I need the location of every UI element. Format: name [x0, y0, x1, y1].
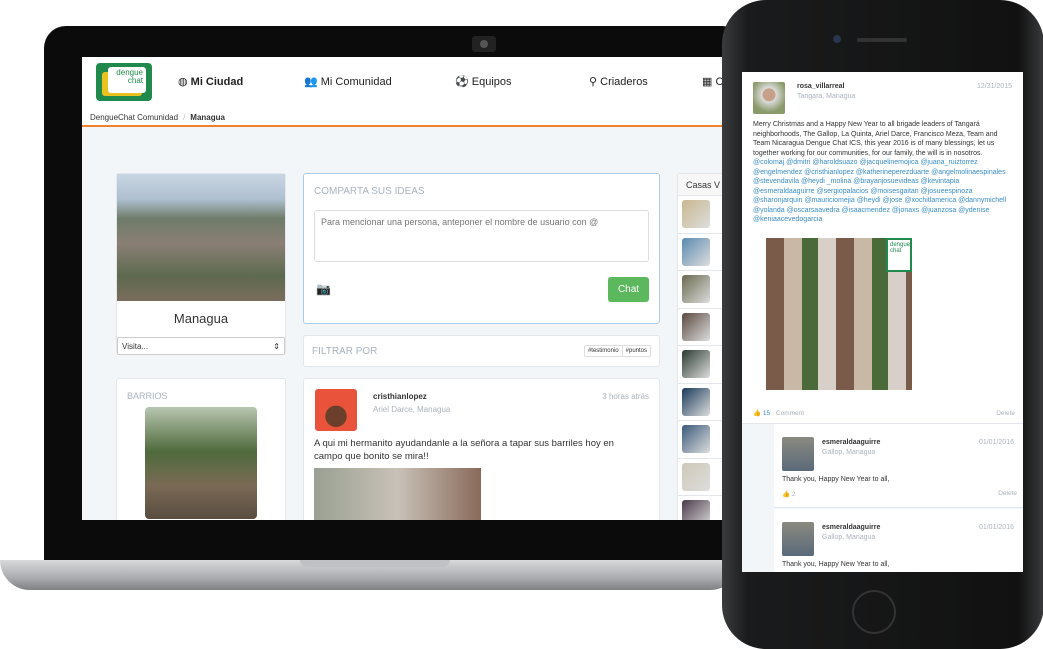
barrios-title: BARRIOS [127, 391, 168, 401]
comment: esmeraldaaguirre Gallop, Managua 01/01/2… [774, 424, 1023, 508]
phone-screen: rosa_villarreal Tangara, Managua 12/31/2… [742, 72, 1023, 572]
delete-link[interactable]: Delete [996, 409, 1015, 419]
like-count: 2 [791, 491, 796, 498]
breadcrumb-home[interactable]: DengueChat Comunidad [90, 113, 178, 122]
casa-thumbnail [682, 387, 710, 416]
phone-camera [833, 35, 841, 43]
casa-thumbnail [682, 425, 710, 453]
casa-thumbnail [682, 312, 710, 341]
casa-thumbnail [682, 350, 710, 378]
phone-speaker [857, 38, 907, 42]
comment-text: Thank you, Happy New Year to all, [782, 476, 890, 483]
like-icon[interactable]: 👍 [782, 491, 792, 498]
soccer-ball-icon: ⚽ [455, 76, 472, 88]
comment-date: 01/01/2016 [978, 524, 1014, 531]
avatar[interactable] [315, 389, 357, 431]
tag-puntos[interactable]: #puntos [623, 346, 650, 356]
camera-icon[interactable]: 📷 [316, 282, 331, 296]
city-photo [117, 174, 285, 301]
home-button[interactable] [852, 590, 896, 634]
denguechat-logo[interactable]: dengue chat [96, 63, 152, 101]
comment-username[interactable]: esmeraldaaguirre [822, 439, 880, 446]
comment-location: Gallop, Managua [822, 534, 876, 541]
post-location: Ariel Darce, Managua [373, 405, 451, 414]
laptop-camera [472, 36, 496, 52]
avatar[interactable] [782, 437, 814, 471]
comment-location: Gallop, Managua [822, 449, 876, 456]
breadcrumb-current: Managua [190, 113, 225, 122]
delete-link[interactable]: Delete [998, 490, 1017, 497]
users-icon: 👥 [304, 76, 321, 88]
post-card: cristhianlopez Ariel Darce, Managua 3 ho… [303, 378, 660, 520]
casa-thumbnail [682, 237, 710, 266]
chat-button[interactable]: Chat [608, 277, 649, 302]
share-title: COMPARTA SUS IDEAS [314, 186, 425, 197]
post-photo[interactable]: dengue chat [766, 238, 912, 390]
breadcrumb: DengueChat Comunidad / Managua [82, 107, 735, 127]
denguechat-logo: dengue chat [886, 238, 912, 272]
share-textarea[interactable] [314, 210, 649, 262]
map-marker-icon: ⚲ [589, 76, 601, 88]
post-username[interactable]: cristhianlopez [373, 392, 427, 401]
barrios-card: BARRIOS [116, 378, 286, 520]
post-username[interactable]: rosa_villarreal [797, 83, 844, 90]
post-text: A qui mi hermanito ayudandanle a la seño… [314, 438, 614, 462]
nav-mi-comunidad[interactable]: 👥 Mi Comunidad [304, 75, 392, 88]
comment: esmeraldaaguirre Gallop, Managua 01/01/2… [774, 509, 1023, 572]
select-arrows-icon: ⇕ [273, 342, 280, 351]
like-icon[interactable]: 👍 [753, 410, 763, 417]
post-mentions[interactable]: @colomaj @dmitri @haroldsuazo @jacquelin… [753, 159, 1006, 223]
casa-thumbnail [682, 200, 710, 228]
share-card: COMPARTA SUS IDEAS 📷 Chat [303, 173, 660, 324]
post-date: 12/31/2015 [976, 83, 1012, 90]
comment-username[interactable]: esmeraldaaguirre [822, 524, 880, 531]
filter-card: FILTRAR POR #testimonio #puntos [303, 335, 660, 367]
comments-area: esmeraldaaguirre Gallop, Managua 01/01/2… [742, 423, 1023, 572]
table-icon: ▦ [702, 76, 716, 88]
comment-date: 01/01/2016 [978, 439, 1014, 446]
top-nav: dengue chat ◍ Mi Ciudad 👥 Mi Comunidad ⚽… [82, 57, 735, 107]
barrio-photo[interactable] [145, 407, 257, 519]
comment-text: Thank you, Happy New Year to all, [782, 561, 890, 568]
post-location: Tangara, Managua [797, 93, 856, 100]
visit-select[interactable]: Visita... ⇕ [117, 337, 285, 355]
nav-equipos[interactable]: ⚽ Equipos [455, 75, 512, 88]
avatar[interactable] [782, 522, 814, 556]
city-name: Managua [173, 311, 229, 326]
avatar[interactable] [753, 82, 785, 114]
casa-thumbnail [682, 275, 710, 303]
comment-link[interactable]: Comment [776, 410, 804, 417]
post-actions: 👍 15 · Comment [753, 410, 805, 417]
tag-testimonio[interactable]: #testimonio [585, 346, 623, 356]
nav-criaderos[interactable]: ⚲ Criaderos [589, 75, 648, 88]
globe-icon: ◍ [178, 76, 191, 88]
nav-more[interactable]: ▦ C [702, 75, 723, 88]
laptop-notch [300, 560, 450, 567]
post-time: 3 horas atrás [602, 392, 649, 401]
post-text: Merry Christmas and a Happy New Year to … [753, 121, 1007, 223]
nav-mi-ciudad[interactable]: ◍ Mi Ciudad [178, 75, 243, 88]
casa-thumbnail [682, 462, 710, 491]
city-card: Managua Visita... ⇕ [116, 173, 286, 355]
post-photo[interactable] [314, 468, 481, 520]
laptop-screen: dengue chat ◍ Mi Ciudad 👥 Mi Comunidad ⚽… [82, 57, 735, 520]
casa-thumbnail [682, 500, 710, 520]
